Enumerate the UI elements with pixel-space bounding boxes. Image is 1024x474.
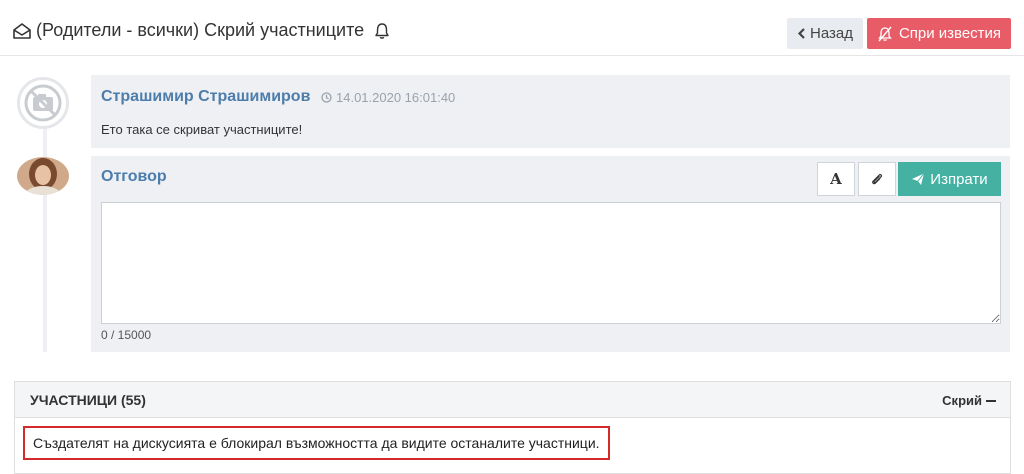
reply-box: Отговор A Изпрати 0 / 15000 bbox=[91, 156, 1010, 352]
post-author[interactable]: Страшимир Страшимиров bbox=[101, 88, 310, 106]
avatar bbox=[17, 77, 69, 129]
send-button[interactable]: Изпрати bbox=[898, 162, 1001, 196]
participants-header: УЧАСТНИЦИ (55) Скрий bbox=[15, 382, 1010, 418]
bell-icon[interactable] bbox=[374, 22, 390, 40]
chevron-left-icon bbox=[797, 28, 805, 39]
stop-notifications-button[interactable]: Спри известия bbox=[867, 18, 1011, 49]
participants-title: УЧАСТНИЦИ (55) bbox=[30, 392, 146, 408]
message-post: Страшимир Страшимиров 14.01.2020 16:01:4… bbox=[91, 75, 1010, 148]
reply-label: Отговор bbox=[101, 168, 167, 185]
reply-textarea[interactable] bbox=[101, 202, 1001, 324]
hide-participants-toggle[interactable]: Скрий bbox=[942, 393, 996, 408]
user-photo-icon bbox=[17, 157, 69, 195]
post-timestamp: 14.01.2020 16:01:40 bbox=[321, 90, 455, 105]
timeline-line bbox=[43, 120, 47, 352]
blocked-participants-message: Създателят на дискусията е блокирал възм… bbox=[23, 426, 610, 460]
paperclip-icon bbox=[872, 174, 883, 185]
minus-icon bbox=[986, 399, 996, 402]
hide-participants-label: Скрий bbox=[942, 393, 982, 408]
post-text: Ето така се скриват участниците! bbox=[101, 122, 303, 137]
format-text-button[interactable]: A bbox=[817, 162, 855, 196]
post-timestamp-text: 14.01.2020 16:01:40 bbox=[336, 90, 456, 105]
user-avatar bbox=[17, 157, 69, 195]
page-title: (Родители - всички) Скрий участниците bbox=[12, 20, 390, 41]
character-counter: 0 / 15000 bbox=[101, 328, 152, 342]
envelope-open-icon bbox=[13, 22, 31, 39]
no-photo-icon bbox=[24, 84, 62, 122]
attach-button[interactable] bbox=[858, 162, 896, 196]
clock-icon bbox=[321, 92, 332, 103]
bell-slash-icon bbox=[878, 26, 892, 41]
participants-panel: УЧАСТНИЦИ (55) Скрий Създателят на диску… bbox=[14, 381, 1011, 474]
stop-notifications-label: Спри известия bbox=[898, 25, 1002, 42]
send-button-label: Изпрати bbox=[930, 170, 988, 188]
back-button-label: Назад bbox=[810, 25, 853, 42]
page-header: (Родители - всички) Скрий участниците На… bbox=[0, 0, 1024, 56]
page-title-text: (Родители - всички) Скрий участниците bbox=[36, 20, 365, 40]
paper-plane-icon bbox=[912, 173, 925, 185]
back-button[interactable]: Назад bbox=[787, 18, 863, 49]
